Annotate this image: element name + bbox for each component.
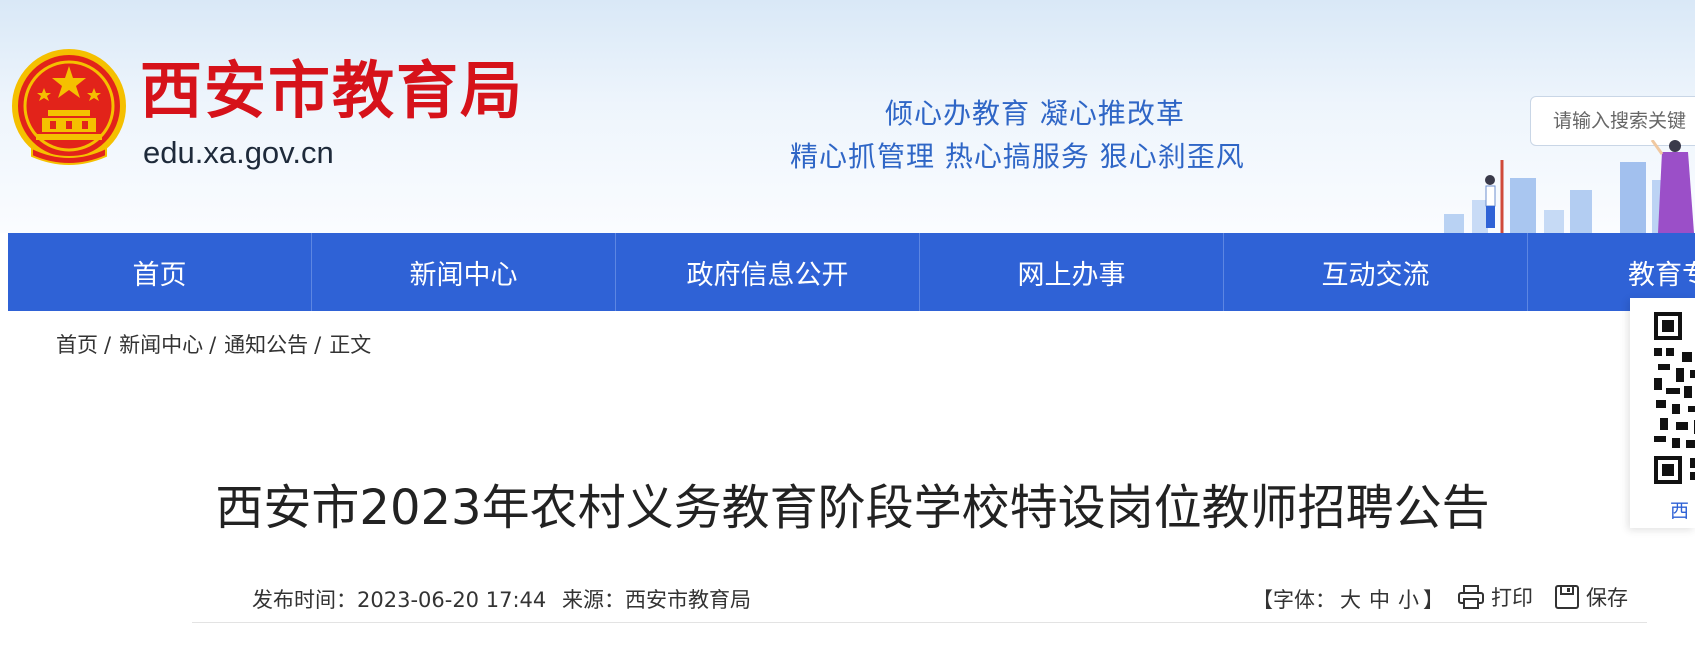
- nav-item-gov-info[interactable]: 政府信息公开: [616, 233, 920, 311]
- main-nav: 首页 新闻中心 政府信息公开 网上办事 互动交流 教育专: [8, 233, 1695, 311]
- font-size-medium[interactable]: 中: [1369, 588, 1390, 612]
- article-meta-bar: 发布时间：2023-06-20 17:44 来源：西安市教育局 【字体：大中小】…: [192, 582, 1647, 623]
- printer-icon: [1458, 585, 1484, 609]
- font-size-small[interactable]: 小: [1398, 588, 1419, 612]
- nav-item-news-center[interactable]: 新闻中心: [312, 233, 616, 311]
- breadcrumb-news-center[interactable]: 新闻中心: [119, 333, 203, 357]
- breadcrumb: 首页 / 新闻中心 / 通知公告 / 正文: [56, 329, 371, 359]
- breadcrumb-home[interactable]: 首页: [56, 333, 98, 357]
- qr-code: [1654, 312, 1695, 484]
- save-label: 保存: [1586, 586, 1628, 610]
- font-size-label: 【字体：: [1252, 588, 1336, 612]
- breadcrumb-separator: /: [104, 333, 112, 357]
- article-title: 西安市2023年农村义务教育阶段学校特设岗位教师招聘公告: [215, 480, 1490, 536]
- site-name[interactable]: 西安市教育局: [140, 60, 524, 122]
- site-domain: edu.xa.gov.cn: [143, 135, 334, 170]
- slogan-line-1: 倾心办教育 凝心推改革: [885, 97, 1185, 130]
- nav-item-interaction[interactable]: 互动交流: [1224, 233, 1528, 311]
- save-button[interactable]: 保存: [1554, 582, 1628, 612]
- header-decorative-illustration: [1444, 140, 1694, 233]
- nav-item-home[interactable]: 首页: [8, 233, 312, 311]
- site-header: 西安市教育局 edu.xa.gov.cn 倾心办教育 凝心推改革 精心抓管理 热…: [0, 0, 1695, 233]
- breadcrumb-separator: /: [209, 333, 217, 357]
- print-button[interactable]: 打印: [1457, 582, 1533, 612]
- font-size-large[interactable]: 大: [1340, 588, 1361, 612]
- nav-item-online-services[interactable]: 网上办事: [920, 233, 1224, 311]
- national-emblem-logo[interactable]: [10, 48, 128, 168]
- save-icon: [1555, 585, 1579, 609]
- breadcrumb-notices[interactable]: 通知公告: [224, 333, 308, 357]
- print-label: 打印: [1491, 586, 1533, 610]
- slogan-line-2: 精心抓管理 热心搞服务 狠心刹歪风: [790, 140, 1245, 173]
- publish-time: 发布时间：2023-06-20 17:44: [252, 588, 547, 612]
- font-size-switcher: 【字体：大中小】: [1252, 584, 1444, 614]
- search-box: [1530, 96, 1695, 146]
- font-size-label-close: 】: [1423, 588, 1444, 612]
- breadcrumb-current: 正文: [329, 333, 372, 357]
- article-source: 来源：西安市教育局: [562, 588, 751, 612]
- breadcrumb-separator: /: [314, 333, 322, 357]
- search-input[interactable]: [1531, 97, 1695, 145]
